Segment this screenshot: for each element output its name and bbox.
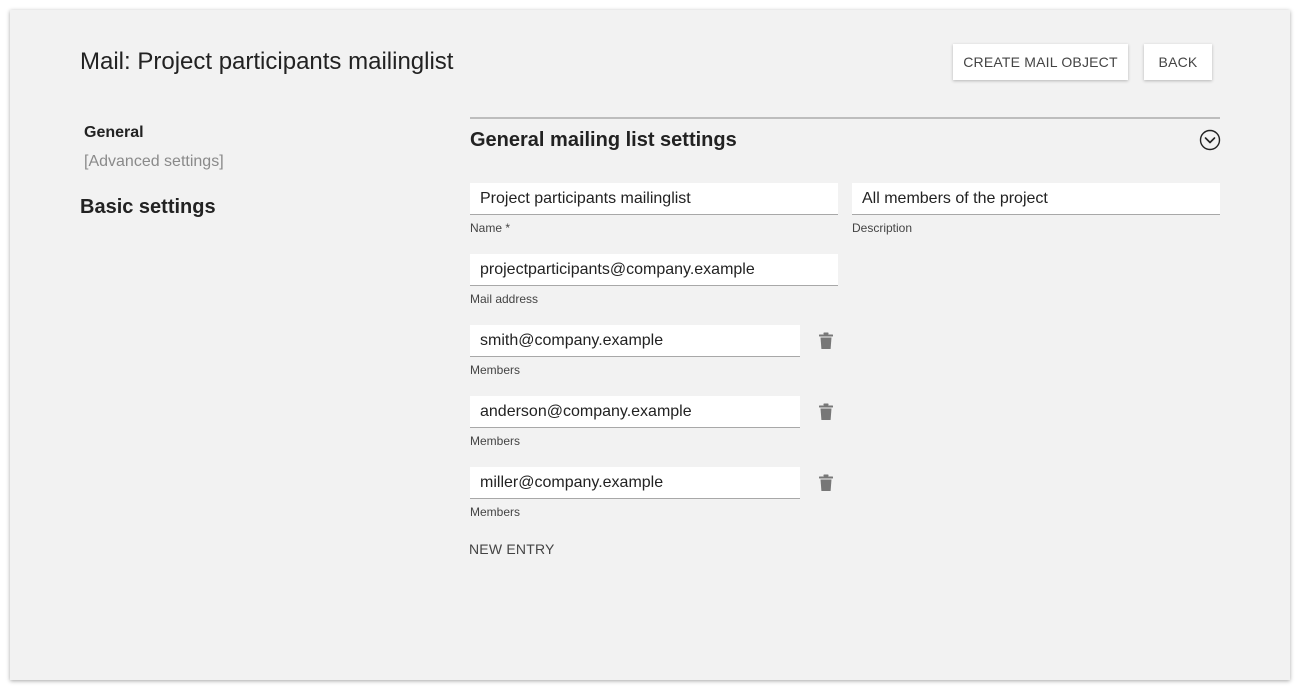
sidebar-nav: General [Advanced settings] bbox=[84, 124, 224, 182]
description-label: Description bbox=[852, 221, 913, 235]
member-label: Members bbox=[470, 434, 521, 448]
member-label: Members bbox=[470, 505, 521, 519]
description-field: Description bbox=[852, 183, 1220, 235]
description-input[interactable] bbox=[862, 189, 1210, 208]
member-field-box bbox=[470, 396, 800, 428]
member-field: Members bbox=[470, 325, 800, 377]
member-input[interactable] bbox=[480, 473, 790, 492]
back-button[interactable]: BACK bbox=[1144, 44, 1212, 80]
sidebar-section-title: Basic settings bbox=[80, 196, 216, 218]
sidebar-item-advanced-settings[interactable]: [Advanced settings] bbox=[84, 153, 224, 171]
description-field-box bbox=[852, 183, 1220, 215]
trash-icon[interactable] bbox=[818, 474, 834, 492]
member-label: Members bbox=[470, 363, 521, 377]
page-title: Mail: Project participants mailinglist bbox=[80, 48, 454, 75]
panel-divider bbox=[470, 117, 1220, 119]
mail-address-label: Mail address bbox=[470, 292, 539, 306]
member-field-box bbox=[470, 325, 800, 357]
panel-title: General mailing list settings bbox=[470, 129, 737, 151]
member-field: Members bbox=[470, 396, 800, 448]
name-label: Name * bbox=[470, 221, 511, 235]
trash-icon[interactable] bbox=[818, 332, 834, 350]
member-input[interactable] bbox=[480, 402, 790, 421]
name-field: Name * bbox=[470, 183, 838, 235]
mail-address-input[interactable] bbox=[480, 260, 828, 279]
chevron-circle-icon[interactable] bbox=[1199, 129, 1221, 151]
mail-address-field: Mail address bbox=[470, 254, 838, 306]
mail-address-field-box bbox=[470, 254, 838, 286]
name-field-box bbox=[470, 183, 838, 215]
app-window: Mail: Project participants mailinglist C… bbox=[10, 10, 1290, 680]
member-field: Members bbox=[470, 467, 800, 519]
member-input[interactable] bbox=[480, 331, 790, 350]
sidebar-item-general[interactable]: General bbox=[84, 124, 224, 142]
create-mail-object-button[interactable]: CREATE MAIL OBJECT bbox=[953, 44, 1128, 80]
new-entry-button[interactable]: NEW ENTRY bbox=[469, 541, 555, 557]
trash-icon[interactable] bbox=[818, 403, 834, 421]
member-field-box bbox=[470, 467, 800, 499]
name-input[interactable] bbox=[480, 189, 828, 208]
